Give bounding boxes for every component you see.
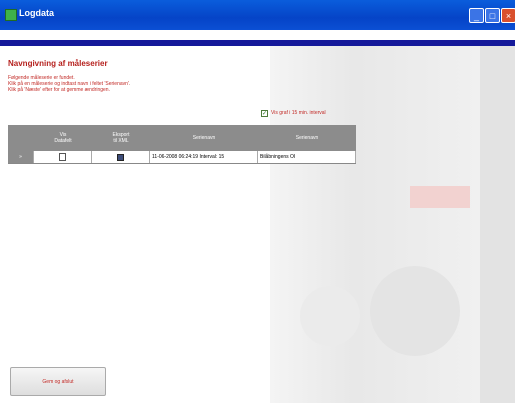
export-cell[interactable] (92, 151, 150, 163)
series-grid: Vis Datafelt Eksport til XML Serienavn S… (8, 125, 356, 164)
table-row[interactable]: » 11-06-2008 06:24:19 Interval: 15 Bilåb… (8, 151, 356, 164)
background-knob (370, 266, 460, 356)
column-header-name[interactable]: Serienavn (150, 125, 258, 151)
row-selector[interactable]: » (8, 151, 34, 163)
row-selector-header (8, 125, 34, 151)
column-header-export[interactable]: Eksport til XML (92, 125, 150, 151)
page-title: Navngivning af måleserier (8, 59, 108, 68)
background-device-image (270, 46, 480, 403)
interval-checkbox-label: Vis graf i 15 min. interval (271, 110, 326, 116)
toolbar-area (0, 30, 515, 40)
name-cell[interactable]: 11-06-2008 06:24:19 Interval: 15 (150, 151, 258, 163)
maximize-button[interactable]: □ (485, 8, 500, 23)
series-cell[interactable]: Bilåbningens OI (258, 151, 356, 163)
instruction-line: Klik på 'Næste' efter for at gemme ændri… (8, 87, 110, 93)
background-logo (410, 186, 470, 208)
minimize-button[interactable]: _ (469, 8, 484, 23)
main-content: Navngivning af måleserier Følgende måles… (0, 46, 515, 403)
save-icon[interactable] (117, 153, 124, 161)
grid-header: Vis Datafelt Eksport til XML Serienavn S… (8, 125, 356, 151)
save-and-exit-button[interactable]: Gem og afslut (10, 367, 106, 396)
column-header-view[interactable]: Vis Datafelt (34, 125, 92, 151)
app-icon (5, 9, 17, 21)
window-title: Logdata (19, 8, 54, 18)
close-button[interactable]: × (501, 8, 515, 23)
interval-checkbox[interactable]: ✓ (261, 110, 268, 117)
right-panel (480, 46, 515, 403)
app-window: Logdata _ □ × Navngivning af måleserier … (0, 0, 515, 403)
view-cell[interactable] (34, 151, 92, 163)
document-icon[interactable] (59, 153, 66, 161)
background-knob (300, 286, 360, 346)
column-header-series[interactable]: Serienavn (258, 125, 356, 151)
title-bar: Logdata _ □ × (0, 0, 515, 30)
